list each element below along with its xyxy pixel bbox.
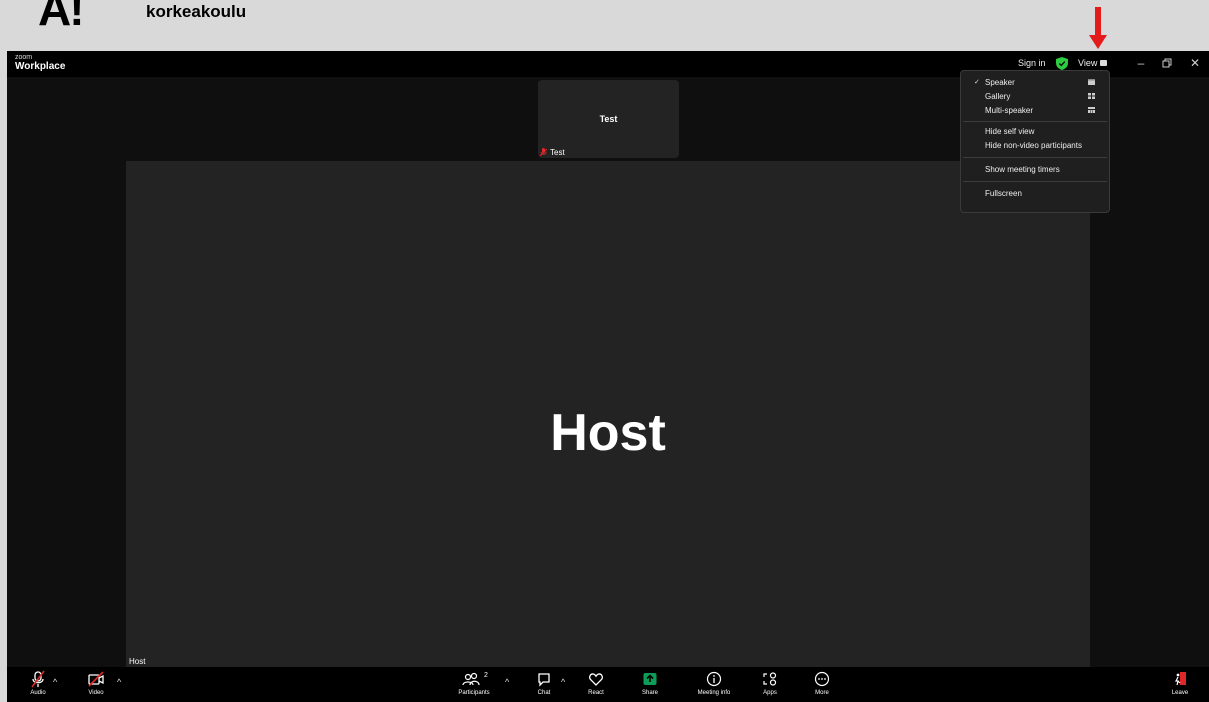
more-icon bbox=[814, 671, 830, 687]
participants-label: Participants bbox=[458, 690, 490, 696]
chat-button[interactable]: Chat bbox=[533, 667, 555, 702]
muted-mic-icon bbox=[540, 148, 547, 157]
brand-small: zoom bbox=[15, 54, 33, 61]
heart-icon bbox=[589, 673, 603, 686]
thumbnail-label-text: Test bbox=[550, 148, 565, 157]
menu-item-meeting-timers[interactable]: Show meeting timers bbox=[961, 163, 1109, 176]
share-button[interactable]: Share bbox=[637, 667, 663, 702]
more-button[interactable]: More bbox=[811, 667, 833, 702]
view-button[interactable]: View bbox=[1078, 58, 1108, 68]
apps-button[interactable]: Apps bbox=[759, 667, 781, 702]
share-label: Share bbox=[641, 690, 658, 696]
participants-button[interactable]: Participants bbox=[453, 667, 495, 702]
red-arrow-annotation bbox=[1089, 7, 1107, 49]
react-label: React bbox=[588, 690, 604, 696]
audio-options-caret[interactable]: ^ bbox=[53, 677, 57, 687]
menu-item-hide-self-view[interactable]: Hide self view bbox=[961, 125, 1109, 138]
audio-button[interactable]: Audio bbox=[25, 667, 51, 702]
logo-text: korkeakoulu bbox=[146, 2, 247, 21]
chat-options-caret[interactable]: ^ bbox=[561, 677, 565, 687]
audio-label: Audio bbox=[30, 690, 46, 696]
video-button[interactable]: Video bbox=[83, 667, 109, 702]
participants-options-caret[interactable]: ^ bbox=[505, 677, 509, 687]
menu-divider bbox=[963, 157, 1107, 158]
share-screen-icon bbox=[643, 673, 657, 685]
multi-speaker-icon bbox=[1088, 107, 1095, 113]
check-icon: ✓ bbox=[974, 79, 980, 86]
menu-item-gallery[interactable]: Gallery bbox=[961, 90, 1109, 103]
apps-label: Apps bbox=[763, 690, 777, 696]
thumbnail-label: Test bbox=[540, 148, 565, 157]
minimize-icon[interactable]: – bbox=[1133, 55, 1149, 71]
chat-label: Chat bbox=[537, 690, 551, 696]
logo-mark: A! bbox=[38, 0, 85, 35]
leave-label: Leave bbox=[1171, 690, 1189, 696]
info-icon bbox=[706, 671, 722, 687]
view-label: View bbox=[1078, 58, 1098, 68]
view-layout-icon bbox=[1100, 60, 1108, 66]
gallery-grid-icon bbox=[1088, 93, 1095, 99]
speaker-label: Host bbox=[129, 657, 146, 666]
active-speaker-video[interactable]: Host Host bbox=[126, 161, 1090, 667]
more-label: More bbox=[815, 690, 829, 696]
video-label: Video bbox=[88, 690, 104, 696]
meeting-info-label: Meeting info bbox=[697, 690, 731, 696]
brand-name: Workplace bbox=[15, 61, 66, 72]
menu-divider bbox=[963, 121, 1107, 122]
speaker-layout-icon bbox=[1088, 79, 1095, 85]
restore-icon[interactable] bbox=[1159, 55, 1175, 71]
chat-icon bbox=[538, 673, 550, 687]
participants-count: 2 bbox=[484, 672, 488, 679]
view-menu: ✓ Speaker Gallery Multi-speaker Hide sel… bbox=[960, 70, 1110, 213]
sign-in-link[interactable]: Sign in bbox=[1018, 58, 1046, 68]
speaker-name: Host bbox=[550, 404, 666, 462]
presentation-header: A! korkeakoulu bbox=[0, 0, 1209, 51]
meeting-info-button[interactable]: Meeting info bbox=[691, 667, 737, 702]
menu-item-multi-speaker[interactable]: Multi-speaker bbox=[961, 104, 1109, 117]
apps-icon bbox=[763, 672, 777, 686]
close-icon[interactable]: ✕ bbox=[1187, 55, 1203, 71]
leave-icon bbox=[1175, 672, 1186, 686]
react-button[interactable]: React bbox=[583, 667, 609, 702]
menu-item-fullscreen[interactable]: Fullscreen bbox=[961, 187, 1109, 200]
security-shield-icon[interactable] bbox=[1056, 57, 1068, 70]
menu-item-speaker[interactable]: ✓ Speaker bbox=[961, 76, 1109, 89]
video-off-icon bbox=[88, 671, 104, 687]
meeting-toolbar: Audio ^ Video ^ Participants 2 ^ Chat ^ … bbox=[7, 667, 1209, 702]
video-options-caret[interactable]: ^ bbox=[117, 677, 121, 687]
menu-item-hide-non-video[interactable]: Hide non-video participants bbox=[961, 139, 1109, 152]
muted-mic-icon bbox=[31, 670, 45, 688]
zoom-window: zoom Workplace Sign in View – ✕ Test Tes… bbox=[7, 51, 1209, 702]
thumbnail-name: Test bbox=[599, 114, 618, 124]
participant-thumbnail[interactable]: Test Test bbox=[538, 80, 679, 158]
menu-divider bbox=[963, 181, 1107, 182]
leave-button[interactable]: Leave bbox=[1169, 667, 1191, 702]
